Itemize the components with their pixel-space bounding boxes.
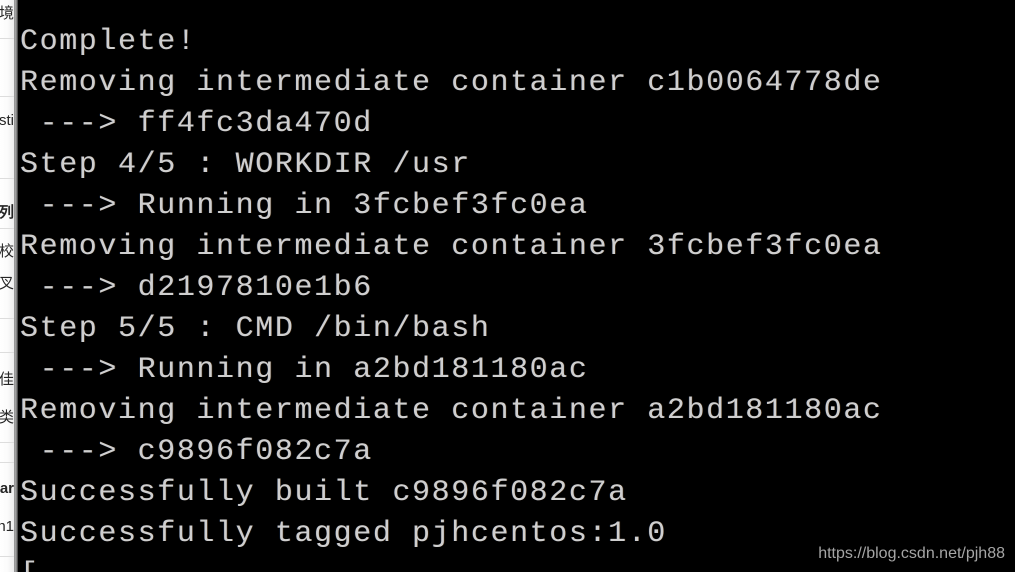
- sidebar-divider: [0, 352, 14, 353]
- sidebar-text-fragment: 类: [0, 409, 14, 426]
- terminal-output: Complete! Removing intermediate container…: [20, 22, 1015, 572]
- sidebar-divider: [0, 228, 14, 229]
- sidebar-divider: [0, 96, 14, 97]
- terminal-line: Removing intermediate container a2bd1811…: [20, 394, 883, 428]
- terminal-line: ---> ff4fc3da470d: [20, 107, 373, 141]
- sidebar-text-fragment: 佳: [0, 371, 14, 388]
- sidebar-text-fragment: 境: [0, 5, 14, 22]
- sidebar-text-fragment: 列: [0, 204, 14, 221]
- terminal-window[interactable]: Complete! Removing intermediate container…: [18, 0, 1015, 572]
- terminal-line: Removing intermediate container c1b00647…: [20, 66, 883, 100]
- terminal-line: Complete!: [20, 25, 197, 59]
- terminal-line: ---> d2197810e1b6: [20, 271, 373, 305]
- screen: 境 sti 列校叉佳类 ar n1 Complete! Removing intermed…: [0, 0, 1015, 572]
- sidebar-divider: [0, 462, 14, 463]
- sidebar-text-fragment: n1: [0, 518, 14, 535]
- sidebar-divider: [0, 442, 14, 443]
- terminal-line: Step 4/5 : WORKDIR /usr: [20, 148, 471, 182]
- sidebar-text-fragment: 叉: [0, 275, 14, 292]
- sidebar-text-fragment: ar: [0, 480, 14, 497]
- terminal-line: ---> Running in a2bd181180ac: [20, 353, 589, 387]
- sidebar-divider: [0, 178, 14, 179]
- sidebar-divider: [0, 38, 14, 39]
- terminal-line: ---> Running in 3fcbef3fc0ea: [20, 189, 589, 223]
- terminal-line: Step 5/5 : CMD /bin/bash: [20, 312, 491, 346]
- sidebar-divider: [0, 556, 14, 557]
- sidebar-text-fragment: 校: [0, 243, 14, 260]
- sidebar-divider: [0, 318, 14, 319]
- clipped-app-sidebar[interactable]: 境 sti 列校叉佳类 ar n1: [0, 0, 14, 572]
- csdn-watermark: https://blog.csdn.net/pjh88: [818, 545, 1005, 562]
- sidebar-text-fragment: sti: [0, 112, 14, 129]
- terminal-line: Removing intermediate container 3fcbef3f…: [20, 230, 883, 264]
- terminal-line: ---> c9896f082c7a: [20, 435, 373, 469]
- terminal-line: Successfully built c9896f082c7a: [20, 476, 628, 510]
